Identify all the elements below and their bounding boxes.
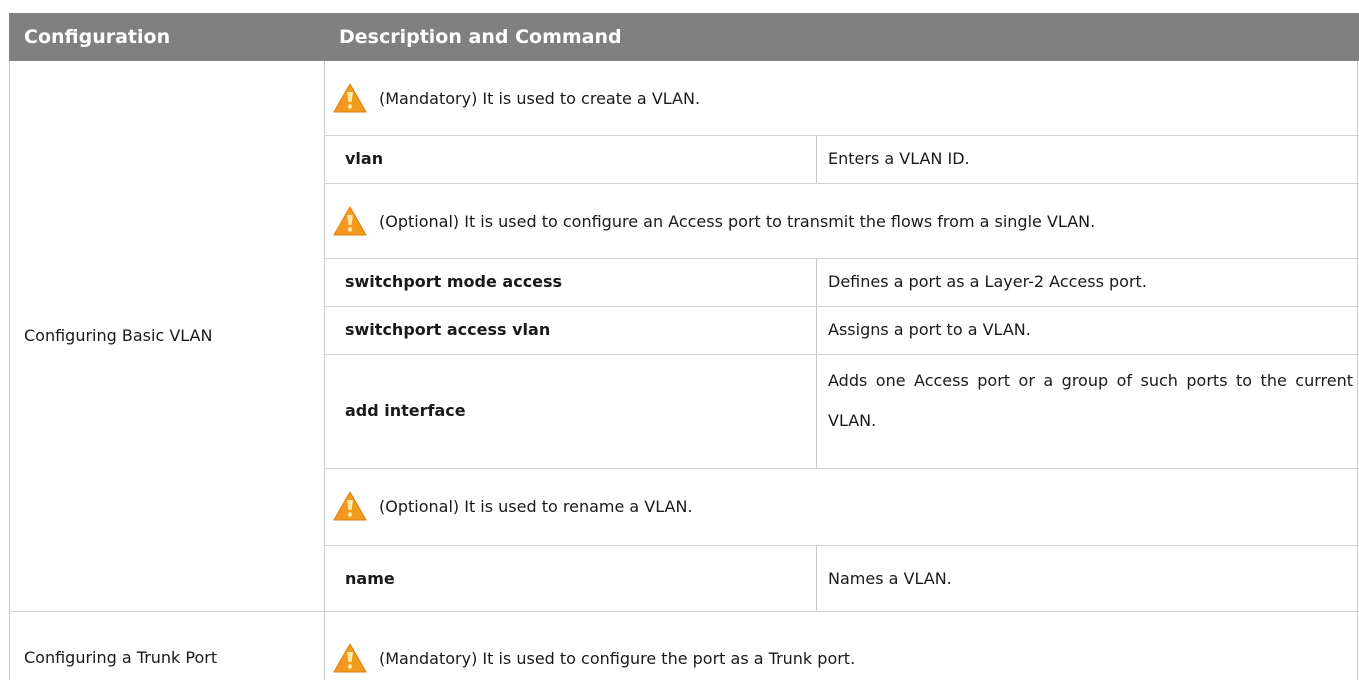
description-cell: Enters a VLAN ID. [828,149,970,168]
table-right-border [1357,61,1358,680]
description-cell: Names a VLAN. [828,569,952,588]
warning-triangle-icon [333,206,367,236]
warning-triangle-icon [333,83,367,113]
row-divider [9,611,1359,612]
command-cell: add interface [345,401,466,420]
row-divider [325,306,1359,307]
configuration-cell: Configuring a Trunk Port [24,648,218,667]
header-configuration: Configuration [9,13,324,61]
description-cell: Assigns a port to a VLAN. [828,320,1031,339]
command-cell: switchport access vlan [345,320,551,339]
warning-note: (Mandatory) It is used to create a VLAN. [333,82,700,114]
note-text: (Optional) It is used to rename a VLAN. [379,496,693,516]
warning-note: (Optional) It is used to rename a VLAN. [333,490,693,522]
command-cell: vlan [345,149,384,168]
description-cell: Defines a port as a Layer-2 Access port. [828,272,1147,291]
cell-divider [816,258,817,468]
note-text: (Mandatory) It is used to configure the … [379,648,856,668]
row-divider [325,258,1359,259]
header-description-command: Description and Command [324,13,1359,61]
command-cell: name [345,569,395,588]
row-divider [325,468,1359,469]
cell-divider [816,545,817,611]
cell-divider [816,135,817,183]
note-text: (Mandatory) It is used to create a VLAN. [379,88,701,108]
configuration-cell: Configuring Basic VLAN [24,326,213,345]
config-table: Configuration Description and Command Co… [0,0,1359,680]
warning-note: (Optional) It is used to configure an Ac… [333,205,1095,237]
row-divider [325,545,1359,546]
warning-triangle-icon [333,643,367,673]
row-divider [325,135,1359,136]
warning-note: (Mandatory) It is used to configure the … [333,642,855,674]
table-left-border [9,61,10,680]
column-divider [324,61,325,680]
row-divider [325,354,1359,355]
note-text: (Optional) It is used to configure an Ac… [379,211,1096,231]
row-divider [325,183,1359,184]
command-cell: switchport mode access [345,272,563,291]
description-cell: Adds one Access port or a group of such … [828,371,1353,430]
warning-triangle-icon [333,491,367,521]
